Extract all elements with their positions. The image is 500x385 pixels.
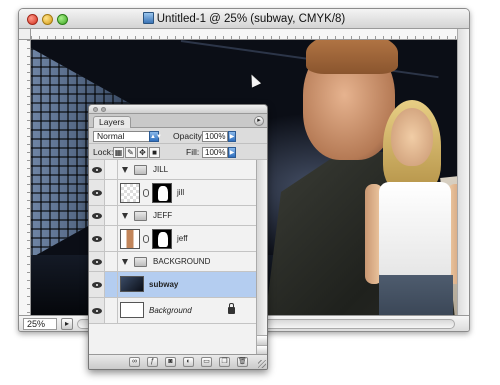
layer-mask-thumbnail[interactable] <box>152 229 172 249</box>
scroll-up-icon[interactable] <box>257 335 267 345</box>
visibility-eye-icon[interactable] <box>89 252 105 271</box>
layer-row[interactable]: jeff <box>89 226 257 252</box>
layers-scrollbar[interactable] <box>256 160 267 355</box>
link-icon[interactable]: ∞ <box>129 357 140 367</box>
document-title: Untitled-1 @ 25% (subway, CMYK/8) <box>156 13 346 25</box>
visibility-eye-icon[interactable] <box>89 226 105 251</box>
layer-group-name: BACKGROUND <box>153 256 211 266</box>
link-column[interactable] <box>106 206 118 225</box>
palette-close-button[interactable] <box>93 107 98 112</box>
expand-triangle-icon[interactable] <box>122 166 128 173</box>
visibility-eye-icon[interactable] <box>89 206 105 225</box>
lock-label: Lock: <box>93 147 114 157</box>
opacity-label: Opacity: <box>173 131 205 141</box>
visibility-eye-icon[interactable] <box>89 298 105 323</box>
palette-bottom-bar: ∞ ƒ ◙ ◐ ▭ ❐ 🗑 <box>89 354 267 369</box>
lock-pixels-icon[interactable]: ✎ <box>125 147 136 158</box>
visibility-eye-icon[interactable] <box>89 160 105 179</box>
horizontal-ruler[interactable] <box>31 29 457 40</box>
resize-grip-icon[interactable] <box>258 360 266 368</box>
layer-name: jeff <box>177 233 188 243</box>
folder-icon <box>134 164 147 175</box>
chevron-down-icon: ▲▼ <box>149 131 162 142</box>
mask-link-icon[interactable] <box>143 234 149 243</box>
layer-row-selected[interactable]: subway <box>89 272 257 298</box>
add-mask-icon[interactable]: ◙ <box>165 357 176 367</box>
palette-titlebar[interactable] <box>89 105 267 114</box>
adjustment-layer-icon[interactable]: ◐ <box>183 357 194 367</box>
expand-triangle-icon[interactable] <box>122 212 128 219</box>
blend-mode-value: Normal <box>97 131 125 141</box>
ruler-origin[interactable] <box>19 29 31 40</box>
layer-name: jill <box>177 187 185 197</box>
layer-thumbnail[interactable] <box>120 276 144 292</box>
vertical-ruler[interactable] <box>19 40 31 315</box>
lock-transparency-icon[interactable]: ▦ <box>113 147 124 158</box>
fill-label: Fill: <box>186 147 200 157</box>
blend-mode-select[interactable]: Normal ▲▼ <box>93 131 162 142</box>
layer-name: subway <box>149 279 179 289</box>
fill-slider-button[interactable]: ▶ <box>228 147 236 158</box>
opacity-field[interactable]: 100% <box>202 131 228 142</box>
layer-list: JILL jill JEFF jeff BACKGROUND subway Ba… <box>89 160 257 355</box>
opacity-slider-button[interactable]: ▶ <box>228 131 236 142</box>
blend-opacity-row: Normal ▲▼ Opacity: 100% ▶ <box>89 128 267 144</box>
palette-tab-bar: Layers ▸ <box>89 114 267 128</box>
document-titlebar[interactable]: Untitled-1 @ 25% (subway, CMYK/8) <box>19 9 469 29</box>
mask-link-icon[interactable] <box>143 188 149 197</box>
layer-group-row[interactable]: JEFF <box>89 206 257 226</box>
layer-group-row[interactable]: JILL <box>89 160 257 180</box>
trash-icon[interactable]: 🗑 <box>237 357 248 367</box>
woman-figure <box>361 100 457 315</box>
link-column[interactable] <box>106 252 118 271</box>
layer-group-name: JEFF <box>153 210 173 220</box>
lock-fill-row: Lock: ▦ ✎ ✥ ■ Fill: 100% ▶ <box>89 144 267 160</box>
layer-thumbnail[interactable] <box>120 183 140 203</box>
link-column[interactable] <box>106 180 118 205</box>
layer-style-icon[interactable]: ƒ <box>147 357 158 367</box>
link-column[interactable] <box>106 272 118 297</box>
lock-icon <box>228 302 235 314</box>
new-group-icon[interactable]: ▭ <box>201 357 212 367</box>
lock-all-icon[interactable]: ■ <box>149 147 160 158</box>
mouse-cursor-icon <box>246 72 262 88</box>
woman-jeans <box>379 275 453 315</box>
vertical-scrollbar[interactable] <box>457 29 469 315</box>
lock-position-icon[interactable]: ✥ <box>137 147 148 158</box>
man-hair <box>306 40 398 74</box>
visibility-eye-icon[interactable] <box>89 272 105 297</box>
palette-collapse-button[interactable] <box>101 107 106 112</box>
link-column[interactable] <box>106 298 118 323</box>
link-column[interactable] <box>106 160 118 179</box>
new-layer-icon[interactable]: ❐ <box>219 357 230 367</box>
layer-group-name: JILL <box>153 164 169 174</box>
folder-icon <box>134 210 147 221</box>
tab-layers[interactable]: Layers <box>93 116 131 128</box>
zoom-level-field[interactable]: 25% <box>23 318 57 330</box>
link-column[interactable] <box>106 226 118 251</box>
visibility-eye-icon[interactable] <box>89 180 105 205</box>
layer-thumbnail[interactable] <box>120 229 140 249</box>
expand-triangle-icon[interactable] <box>122 258 128 265</box>
document-title-wrap: Untitled-1 @ 25% (subway, CMYK/8) <box>19 12 469 25</box>
layer-row[interactable]: Background <box>89 298 257 324</box>
layer-name: Background <box>149 305 192 315</box>
fill-field[interactable]: 100% <box>202 147 228 158</box>
folder-icon <box>134 256 147 267</box>
layers-palette: Layers ▸ Normal ▲▼ Opacity: 100% ▶ Lock:… <box>88 104 268 370</box>
status-menu-button[interactable]: ▸ <box>61 318 73 330</box>
woman-top <box>379 182 451 277</box>
layer-group-row[interactable]: BACKGROUND <box>89 252 257 272</box>
layer-thumbnail[interactable] <box>120 302 144 318</box>
woman-face <box>391 108 433 166</box>
layer-mask-thumbnail[interactable] <box>152 183 172 203</box>
layer-row[interactable]: jill <box>89 180 257 206</box>
document-icon <box>142 12 154 24</box>
palette-menu-button[interactable]: ▸ <box>254 116 264 126</box>
